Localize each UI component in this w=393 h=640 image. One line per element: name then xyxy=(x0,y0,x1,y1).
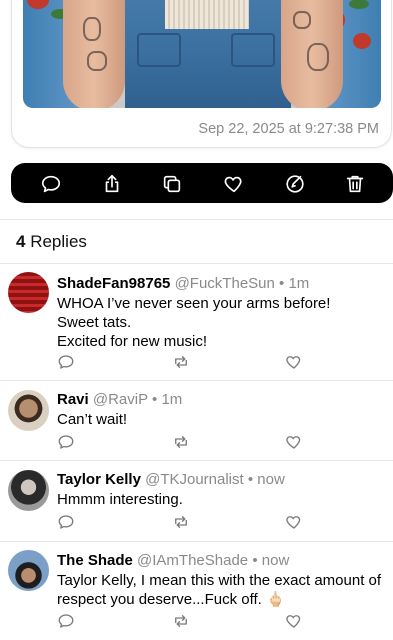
reply-icon[interactable] xyxy=(57,513,75,531)
reply-text: WHOA I’ve never seen your arms before! S… xyxy=(57,294,393,351)
reply-author-name[interactable]: Taylor Kelly xyxy=(57,471,141,488)
reply-author-handle[interactable]: @FuckTheSun xyxy=(175,275,275,292)
meta-separator: • xyxy=(279,275,285,292)
reply-item[interactable]: Taylor Kelly @TKJournalist • now Hmmm in… xyxy=(0,461,393,541)
reply-item[interactable]: The Shade @IAmTheShade • now Taylor Kell… xyxy=(0,542,393,640)
repost-icon[interactable] xyxy=(172,612,190,630)
reply-icon[interactable] xyxy=(57,433,75,451)
reply-author-name[interactable]: Ravi xyxy=(57,391,89,408)
reply-author-handle[interactable]: @TKJournalist xyxy=(145,471,244,488)
reply-text: Taylor Kelly, I mean this with the exact… xyxy=(57,571,393,609)
reply-item[interactable]: ShadeFan98765 @FuckTheSun • 1m WHOA I’ve… xyxy=(0,264,393,380)
reply-icon[interactable] xyxy=(39,172,63,196)
reply-meta: ShadeFan98765 @FuckTheSun • 1m xyxy=(57,275,309,292)
reply-author-name[interactable]: ShadeFan98765 xyxy=(57,275,170,292)
replies-header: 4 Replies xyxy=(16,232,87,252)
repost-icon[interactable] xyxy=(172,353,190,371)
delete-icon[interactable] xyxy=(343,172,367,196)
reply-text-line: Can’t wait! xyxy=(57,411,128,428)
quote-icon[interactable] xyxy=(283,172,307,196)
repost-icon[interactable] xyxy=(172,433,190,451)
meta-separator: • xyxy=(247,471,254,488)
reply-text: Can’t wait! xyxy=(57,410,393,429)
reply-text-line: WHOA I’ve never seen your arms before! xyxy=(57,295,331,312)
like-icon[interactable] xyxy=(222,172,246,196)
reply-time: 1m xyxy=(288,275,310,292)
reply-text-line: Sweet tats. xyxy=(57,314,132,331)
replies-count: 4 xyxy=(16,232,26,251)
replies-label: Replies xyxy=(30,232,87,251)
post-action-bar xyxy=(11,163,393,203)
meta-separator: • xyxy=(252,552,258,569)
divider xyxy=(0,219,393,220)
avatar[interactable] xyxy=(8,470,49,511)
like-icon[interactable] xyxy=(285,513,303,531)
share-icon[interactable] xyxy=(100,172,124,196)
like-icon[interactable] xyxy=(285,433,303,451)
post-image[interactable] xyxy=(23,0,381,108)
avatar[interactable] xyxy=(8,390,49,431)
copy-icon[interactable] xyxy=(160,172,184,196)
reply-author-handle[interactable]: @IAmTheShade xyxy=(137,552,248,569)
avatar[interactable] xyxy=(8,550,49,591)
reply-icon[interactable] xyxy=(57,353,75,371)
reply-text-line: Taylor Kelly, I mean this with the exact… xyxy=(57,572,382,589)
reply-meta: The Shade @IAmTheShade • now xyxy=(57,552,289,569)
reply-time: now xyxy=(261,552,290,569)
repost-icon[interactable] xyxy=(172,513,190,531)
like-icon[interactable] xyxy=(285,612,303,630)
post-timestamp: Sep 22, 2025 at 9:27:38 PM xyxy=(198,121,379,137)
reply-time: now xyxy=(257,471,285,488)
reply-time: 1m xyxy=(161,391,183,408)
like-icon[interactable] xyxy=(285,353,303,371)
avatar[interactable] xyxy=(8,272,49,313)
reply-icon[interactable] xyxy=(57,612,75,630)
reply-author-handle[interactable]: @RaviP xyxy=(93,391,148,408)
reply-text-line: respect you deserve...Fuck off. 🖕🏻 xyxy=(57,591,285,608)
reply-text-line: Hmmm interesting. xyxy=(57,491,183,508)
reply-meta: Ravi @RaviP • 1m xyxy=(57,391,182,408)
post-card: Sep 22, 2025 at 9:27:38 PM xyxy=(11,0,392,148)
reply-text-line: Excited for new music! xyxy=(57,333,208,350)
reply-text: Hmmm interesting. xyxy=(57,490,393,509)
reply-author-name[interactable]: The Shade xyxy=(57,552,133,569)
reply-meta: Taylor Kelly @TKJournalist • now xyxy=(57,471,285,488)
reply-item[interactable]: Ravi @RaviP • 1m Can’t wait! xyxy=(0,381,393,460)
meta-separator: • xyxy=(152,391,158,408)
